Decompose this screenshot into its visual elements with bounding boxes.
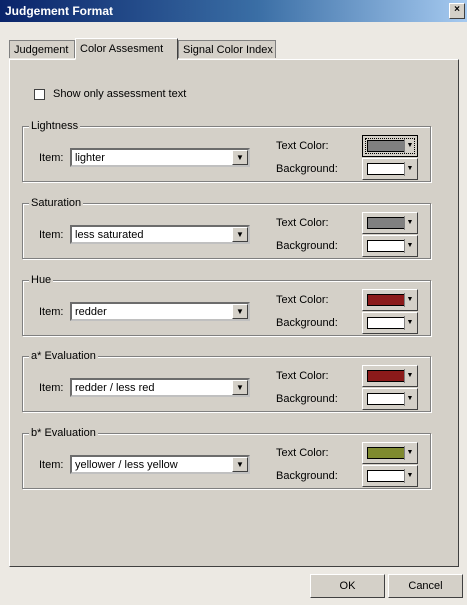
color-swatch <box>367 217 405 229</box>
text-color-picker[interactable]: ▼ <box>362 289 418 311</box>
group-a-evaluation: a* Evaluation Item: redder / less red ▼ … <box>22 350 431 412</box>
chevron-down-icon: ▼ <box>404 316 415 330</box>
color-swatch <box>367 317 405 329</box>
show-only-assessment-checkbox[interactable] <box>34 89 45 100</box>
item-dropdown-value: less saturated <box>75 229 144 241</box>
chevron-down-icon: ▼ <box>404 469 415 483</box>
text-color-picker[interactable]: ▼ <box>362 212 418 234</box>
cancel-button[interactable]: Cancel <box>388 574 463 598</box>
ok-button[interactable]: OK <box>310 574 385 598</box>
item-dropdown[interactable]: redder ▼ <box>70 302 250 321</box>
color-swatch <box>367 163 405 175</box>
chevron-down-icon: ▼ <box>404 239 415 253</box>
item-label: Item: <box>39 152 64 164</box>
text-color-picker[interactable]: ▼ <box>362 365 418 387</box>
item-label: Item: <box>39 382 64 394</box>
chevron-down-icon: ▼ <box>404 446 415 460</box>
item-dropdown[interactable]: lighter ▼ <box>70 148 250 167</box>
group-title: Hue <box>29 274 54 286</box>
chevron-down-icon[interactable]: ▼ <box>232 150 248 165</box>
group-saturation: Saturation Item: less saturated ▼ Text C… <box>22 197 431 259</box>
background-label: Background: <box>276 393 338 405</box>
tab-color-assesment[interactable]: Color Assesment <box>75 38 178 60</box>
text-color-label: Text Color: <box>276 370 329 382</box>
background-color-picker[interactable]: ▼ <box>362 158 418 180</box>
text-color-label: Text Color: <box>276 217 329 229</box>
item-dropdown-value: lighter <box>75 152 105 164</box>
text-color-picker[interactable]: ▼ <box>362 442 418 464</box>
color-swatch <box>367 294 405 306</box>
background-color-picker[interactable]: ▼ <box>362 312 418 334</box>
item-dropdown-value: redder / less red <box>75 382 155 394</box>
chevron-down-icon: ▼ <box>404 216 415 230</box>
background-label: Background: <box>276 470 338 482</box>
text-color-label: Text Color: <box>276 294 329 306</box>
text-color-picker[interactable]: ▼ <box>362 135 418 157</box>
group-lightness: Lightness Item: lighter ▼ Text Color: Ba… <box>22 120 431 182</box>
background-label: Background: <box>276 317 338 329</box>
item-dropdown[interactable]: less saturated ▼ <box>70 225 250 244</box>
item-dropdown-value: redder <box>75 306 107 318</box>
chevron-down-icon[interactable]: ▼ <box>232 380 248 395</box>
item-dropdown[interactable]: redder / less red ▼ <box>70 378 250 397</box>
group-b-evaluation: b* Evaluation Item: yellower / less yell… <box>22 427 431 489</box>
chevron-down-icon[interactable]: ▼ <box>232 457 248 472</box>
item-label: Item: <box>39 229 64 241</box>
item-label: Item: <box>39 459 64 471</box>
background-color-picker[interactable]: ▼ <box>362 388 418 410</box>
chevron-down-icon: ▼ <box>404 293 415 307</box>
close-button[interactable]: × <box>449 3 465 19</box>
chevron-down-icon: ▼ <box>404 369 415 383</box>
color-swatch <box>367 140 405 152</box>
color-swatch <box>367 393 405 405</box>
color-swatch <box>367 370 405 382</box>
item-dropdown[interactable]: yellower / less yellow ▼ <box>70 455 250 474</box>
background-color-picker[interactable]: ▼ <box>362 235 418 257</box>
group-hue: Hue Item: redder ▼ Text Color: Backgroun… <box>22 274 431 336</box>
background-label: Background: <box>276 163 338 175</box>
background-color-picker[interactable]: ▼ <box>362 465 418 487</box>
background-label: Background: <box>276 240 338 252</box>
group-title: Lightness <box>29 120 81 132</box>
group-title: b* Evaluation <box>29 427 98 439</box>
color-swatch <box>367 470 405 482</box>
item-dropdown-value: yellower / less yellow <box>75 459 178 471</box>
item-label: Item: <box>39 306 64 318</box>
color-swatch <box>367 240 405 252</box>
text-color-label: Text Color: <box>276 447 329 459</box>
tab-signal-color-index[interactable]: Signal Color Index <box>178 40 276 58</box>
color-swatch <box>367 447 405 459</box>
chevron-down-icon[interactable]: ▼ <box>232 304 248 319</box>
window-title: Judgement Format <box>5 4 114 18</box>
chevron-down-icon: ▼ <box>404 139 415 153</box>
tab-panel: Show only assessment text Lightness Item… <box>9 59 459 567</box>
tab-judgement[interactable]: Judgement <box>9 40 75 58</box>
chevron-down-icon: ▼ <box>404 162 415 176</box>
show-only-assessment-label: Show only assessment text <box>53 88 187 100</box>
chevron-down-icon[interactable]: ▼ <box>232 227 248 242</box>
title-bar: Judgement Format × <box>0 0 467 22</box>
text-color-label: Text Color: <box>276 140 329 152</box>
group-title: Saturation <box>29 197 84 209</box>
group-title: a* Evaluation <box>29 350 98 362</box>
chevron-down-icon: ▼ <box>404 392 415 406</box>
